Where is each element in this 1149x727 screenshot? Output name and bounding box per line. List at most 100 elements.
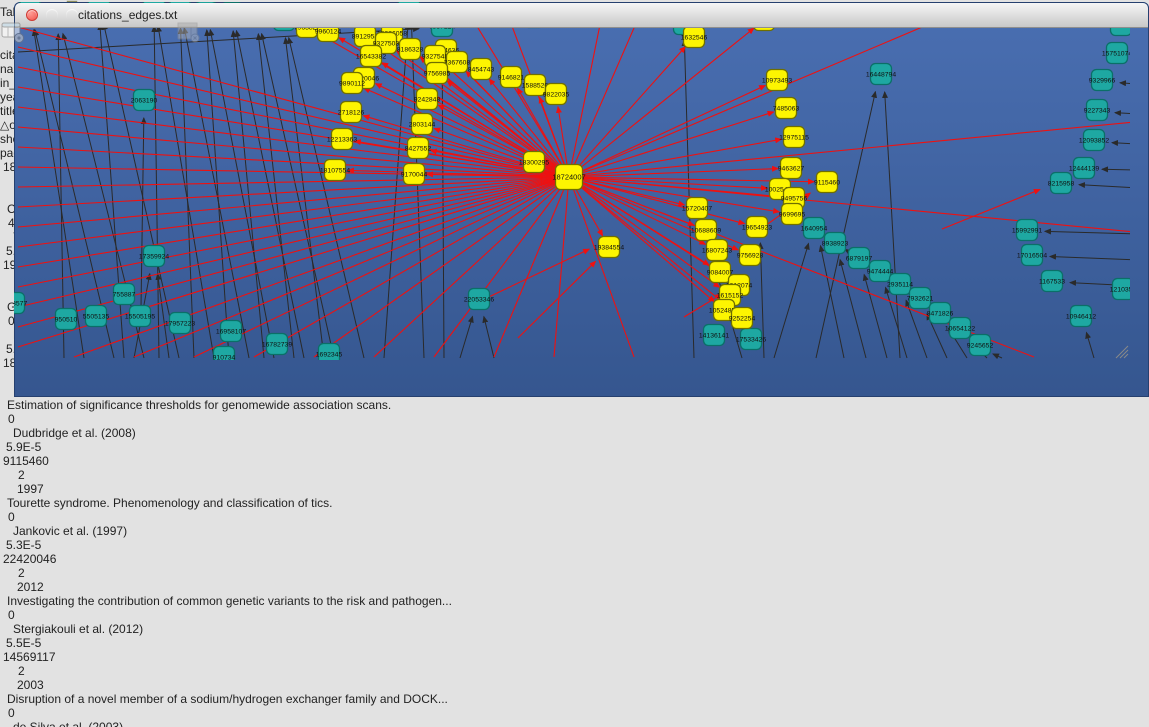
graph-node[interactable]: 10946412 <box>1066 306 1096 327</box>
graph-node[interactable]: 9245652 <box>967 335 994 356</box>
table-row[interactable]: 911546021997Tourette syndrome. Phenomeno… <box>0 454 1149 552</box>
modify-table-icon[interactable] <box>0 34 29 48</box>
graph-node[interactable]: 6879197 <box>846 248 873 269</box>
graph-edge[interactable] <box>258 34 294 358</box>
zoom-window-button[interactable] <box>66 9 78 21</box>
graph-node[interactable]: 10688609 <box>691 220 721 241</box>
graph-node[interactable]: 9756985 <box>424 63 451 84</box>
graph-edge[interactable] <box>885 92 900 358</box>
graph-node[interactable]: 12093852 <box>1079 130 1109 151</box>
graph-node[interactable]: 1167533 <box>1039 271 1065 292</box>
graph-edge[interactable] <box>18 177 569 247</box>
graph-edge[interactable] <box>1120 83 1130 84</box>
graph-node[interactable]: 9227343 <box>1084 100 1111 121</box>
graph-edge[interactable] <box>993 354 1002 358</box>
graph-node[interactable]: 14136141 <box>699 325 729 346</box>
graph-edge[interactable] <box>840 260 866 358</box>
graph-node[interactable]: 8454743 <box>468 59 495 80</box>
graph-node[interactable]: 17359924 <box>139 246 169 267</box>
graph-edge[interactable] <box>569 5 604 177</box>
graph-edge[interactable] <box>18 107 569 177</box>
graph-edge[interactable] <box>194 177 569 357</box>
graph-edge[interactable] <box>180 28 194 358</box>
graph-edge[interactable] <box>569 177 714 302</box>
graph-edge[interactable] <box>569 122 1130 177</box>
graph-node[interactable]: 950510 <box>55 309 78 330</box>
graph-node[interactable]: 1692345 <box>316 344 343 361</box>
graph-node[interactable]: 9329966 <box>1089 70 1116 91</box>
graph-edge[interactable] <box>864 275 887 358</box>
graph-edge[interactable] <box>254 177 569 357</box>
graph-node[interactable]: 8938923 <box>822 233 849 254</box>
graph-edge[interactable] <box>569 47 685 177</box>
graph-edge[interactable] <box>18 177 569 287</box>
graph-edge[interactable] <box>569 5 644 177</box>
graph-node[interactable]: 16958107 <box>216 321 246 342</box>
graph-node[interactable]: 22053346 <box>464 289 494 310</box>
graph-node[interactable]: 16782739 <box>262 334 292 355</box>
graph-edge[interactable] <box>1079 185 1130 188</box>
graph-node[interactable]: 16448794 <box>866 64 896 85</box>
graph-edge[interactable] <box>1050 256 1130 260</box>
graph-node[interactable]: 17533426 <box>736 329 766 350</box>
graph-node[interactable]: 5505135 <box>83 306 110 327</box>
graph-edge[interactable] <box>262 34 334 358</box>
table-row[interactable]: 1456911722003Disruption of a novel membe… <box>0 650 1149 727</box>
graph-node[interactable]: 17016504 <box>1017 245 1047 266</box>
graph-edge[interactable] <box>141 118 144 308</box>
graph-edge[interactable] <box>1112 143 1130 144</box>
graph-edge[interactable] <box>554 177 569 357</box>
graph-edge[interactable] <box>442 44 444 358</box>
graph-node[interactable]: 1993577 <box>14 293 27 314</box>
graph-edge[interactable] <box>484 317 494 358</box>
graph-edge[interactable] <box>774 243 809 358</box>
graph-edge[interactable] <box>569 177 694 225</box>
graph-node[interactable]: 2063190 <box>131 90 158 111</box>
graph-edge[interactable] <box>569 139 781 177</box>
network-canvas[interactable]: 9435572206914062049737106532871527602646… <box>14 2 1149 363</box>
graph-edge[interactable] <box>569 28 754 177</box>
graph-node[interactable]: 1632546 <box>681 27 708 48</box>
close-window-button[interactable] <box>26 9 38 21</box>
graph-node[interactable]: 9146821 <box>498 67 525 88</box>
minimize-window-button[interactable] <box>46 9 58 21</box>
graph-node[interactable]: 15992991 <box>1012 220 1042 241</box>
graph-node[interactable]: 9756928 <box>737 245 764 266</box>
delete-table-icon[interactable] <box>176 34 205 48</box>
graph-node[interactable]: 9170044 <box>401 164 428 185</box>
graph-node[interactable]: 9822035 <box>543 84 570 105</box>
graph-node[interactable]: 7485063 <box>773 98 800 119</box>
graph-node[interactable]: 9115460 <box>814 172 840 193</box>
graph-edge[interactable] <box>460 316 473 358</box>
graph-node[interactable]: 15720407 <box>682 198 712 219</box>
graph-node[interactable]: 19654923 <box>742 217 772 238</box>
graph-node[interactable]: 17957223 <box>165 313 195 334</box>
graph-node[interactable]: 19384554 <box>594 237 624 258</box>
graph-edge[interactable] <box>1120 350 1128 358</box>
graph-node[interactable]: 8186328 <box>397 39 424 60</box>
graph-edge[interactable] <box>569 85 765 177</box>
graph-node[interactable]: 18724007 <box>552 165 585 190</box>
graph-edge[interactable] <box>569 169 778 177</box>
graph-edge[interactable] <box>154 26 159 358</box>
graph-edge[interactable] <box>1124 354 1128 358</box>
graph-node[interactable]: 9463627 <box>778 158 805 179</box>
graph-node[interactable]: 9890112 <box>339 73 365 94</box>
graph-edge[interactable] <box>184 28 249 358</box>
graph-node[interactable]: 2718126 <box>338 102 365 123</box>
graph-node[interactable]: 8215958 <box>1048 173 1075 194</box>
graph-node[interactable]: 1210355 <box>1110 279 1130 300</box>
graph-node[interactable]: 9242848 <box>414 89 441 110</box>
graph-node[interactable]: 18300295 <box>519 152 549 173</box>
graph-edge[interactable] <box>1045 231 1130 234</box>
graph-node[interactable]: 18107554 <box>320 160 350 181</box>
graph-node[interactable]: 12444139 <box>1069 158 1099 179</box>
table-row[interactable]: 2242004622012Investigating the contribut… <box>0 552 1149 650</box>
graph-node[interactable]: 12975115 <box>779 127 809 148</box>
graph-node[interactable]: 15505195 <box>125 306 155 327</box>
graph-node[interactable]: 16807243 <box>702 240 732 261</box>
graph-node[interactable]: 8427552 <box>405 138 432 159</box>
graph-node[interactable]: 9252254 <box>729 308 756 329</box>
graph-edge[interactable] <box>1102 169 1130 170</box>
graph-edge[interactable] <box>569 177 744 224</box>
